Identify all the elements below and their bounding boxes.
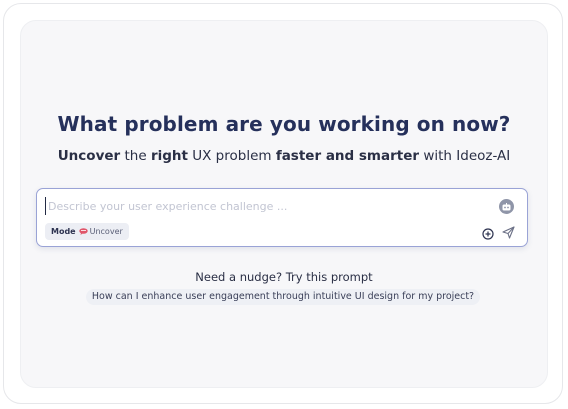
subtitle-text-2: UX problem: [187, 148, 276, 164]
plus-circle-icon[interactable]: [482, 225, 494, 240]
page-subtitle: Uncover the right UX problem faster and …: [0, 148, 568, 164]
mode-value: Uncover: [89, 227, 123, 236]
prompt-input[interactable]: [45, 197, 488, 215]
subtitle-text-3: with Ideoz-AI: [419, 148, 511, 164]
speech-bubble-icon: [78, 228, 88, 235]
mode-label: Mode: [51, 227, 76, 236]
subtitle-right: right: [150, 148, 188, 164]
subtitle-uncover: Uncover: [57, 148, 121, 164]
send-icon[interactable]: [502, 224, 515, 239]
mode-selector[interactable]: Mode Uncover: [45, 223, 129, 240]
prompt-box: Mode Uncover: [36, 188, 528, 247]
nudge-title: Need a nudge? Try this prompt: [195, 270, 373, 284]
subtitle-text-1: the: [120, 148, 151, 164]
robot-icon[interactable]: [499, 199, 514, 214]
page-title: What problem are you working on now?: [57, 112, 511, 136]
subtitle-faster-smarter: faster and smarter: [275, 148, 420, 164]
suggested-prompt-button[interactable]: How can I enhance user engagement throug…: [86, 289, 480, 305]
